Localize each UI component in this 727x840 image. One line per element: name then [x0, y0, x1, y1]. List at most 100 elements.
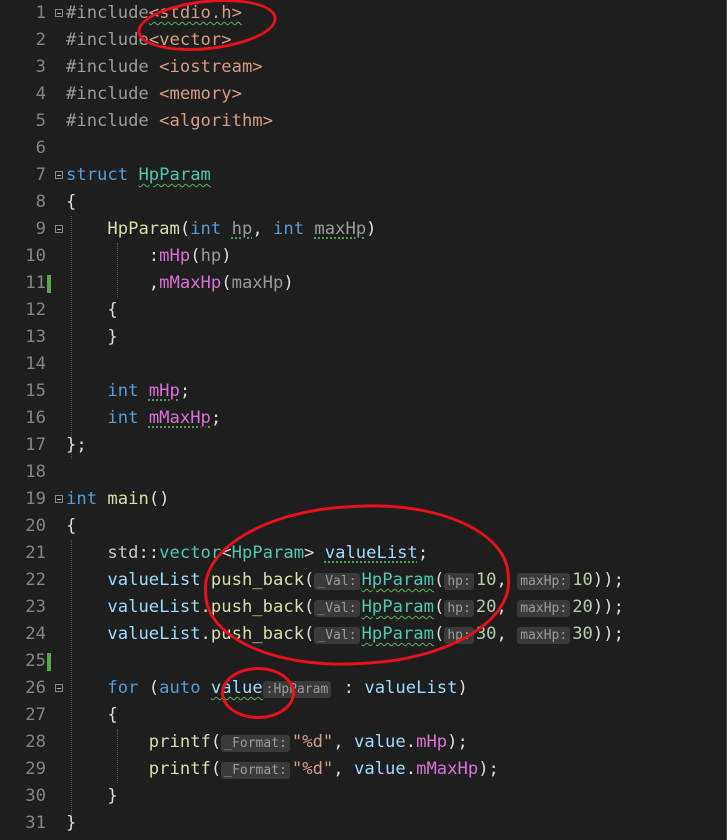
code-line[interactable]: 7 struct HpParam — [0, 162, 727, 189]
code-text[interactable]: valueList.push_back(_Val: HpParam(hp: 30, … — [66, 621, 624, 649]
code-token: , — [333, 732, 354, 752]
code-text[interactable]: valueList.push_back(_Val: HpParam(hp: 10, … — [66, 567, 624, 595]
code-line[interactable]: 25 — [0, 648, 727, 675]
code-line[interactable]: 30 } — [0, 783, 727, 810]
code-token: maxHp — [231, 273, 284, 293]
code-text[interactable]: printf(_Format: "%d", value.mMaxHp); — [66, 756, 499, 784]
code-text[interactable]: { — [66, 513, 76, 540]
code-text[interactable]: #include <memory> — [66, 81, 242, 108]
code-text[interactable]: { — [66, 702, 117, 729]
code-line[interactable]: 16 int mMaxHp; — [0, 405, 727, 432]
fold-collapse-icon[interactable] — [55, 684, 63, 692]
code-token: } — [66, 813, 77, 833]
change-marker — [47, 653, 51, 671]
code-token: #include — [66, 3, 149, 23]
code-token: ( — [138, 678, 160, 698]
code-token: HpParam — [138, 165, 211, 185]
code-text[interactable]: :mHp(hp) — [66, 243, 232, 270]
code-line[interactable]: 27 { — [0, 702, 727, 729]
code-line[interactable]: 12 { — [0, 297, 727, 324]
code-token: #include — [66, 57, 149, 77]
fold-collapse-icon[interactable] — [55, 225, 63, 233]
code-line[interactable]: 26 for (auto value:HpParam : valueList) — [0, 675, 727, 702]
code-line[interactable]: 19 int main() — [0, 486, 727, 513]
code-line[interactable]: 28 printf(_Format: "%d", value.mHp); — [0, 729, 727, 756]
code-text[interactable]: int mHp; — [66, 378, 190, 405]
fold-collapse-icon[interactable] — [55, 171, 63, 179]
code-text[interactable]: }; — [66, 432, 87, 459]
fold-collapse-icon[interactable] — [55, 495, 63, 503]
code-line[interactable]: 6 — [0, 135, 727, 162]
code-text[interactable]: int main() — [66, 486, 170, 513]
code-text[interactable]: HpParam(int hp, int maxHp) — [66, 216, 377, 243]
code-text[interactable]: { — [66, 297, 117, 324]
code-line[interactable]: 1 #include<stdio.h> — [0, 0, 727, 27]
code-line[interactable]: 24 valueList.push_back(_Val: HpParam(hp: 3… — [0, 621, 727, 648]
code-line[interactable]: 8{ — [0, 189, 727, 216]
code-text[interactable]: std::vector<HpParam> valueList; — [66, 540, 428, 567]
code-line[interactable]: 31} — [0, 810, 727, 837]
code-token: valueList — [364, 678, 458, 698]
code-token: mMaxHp — [148, 408, 211, 428]
code-token: #include — [66, 30, 149, 50]
fold-collapse-icon[interactable] — [55, 9, 63, 17]
code-editor[interactable]: 1 #include<stdio.h> 2 #include<vector> 3 #inc… — [0, 0, 727, 840]
code-token: for — [107, 678, 139, 698]
code-token: } — [107, 786, 118, 806]
code-token: HpParam — [107, 219, 180, 239]
code-line[interactable]: 15 int mHp; — [0, 378, 727, 405]
code-line[interactable]: 10 :mHp(hp) — [0, 243, 727, 270]
code-line[interactable]: 13 } — [0, 324, 727, 351]
code-text[interactable]: } — [66, 810, 76, 837]
code-token: , — [496, 570, 518, 590]
code-text[interactable]: printf(_Format: "%d", value.mHp); — [66, 729, 468, 757]
code-line[interactable]: 17}; — [0, 432, 727, 459]
code-line[interactable]: 5 #include <algorithm> — [0, 108, 727, 135]
code-line[interactable]: 29 printf(_Format: "%d", value.mMaxHp); — [0, 756, 727, 783]
code-line[interactable]: 20 { — [0, 513, 727, 540]
code-token: HpParam — [361, 624, 434, 644]
code-line[interactable]: 14 — [0, 351, 727, 378]
code-text[interactable]: } — [66, 324, 117, 351]
code-line[interactable]: 3 #include <iostream> — [0, 54, 727, 81]
code-line[interactable]: 21 std::vector<HpParam> valueList; — [0, 540, 727, 567]
line-number: 11 — [25, 273, 46, 293]
code-token: ; — [210, 408, 222, 428]
line-number: 6 — [35, 138, 46, 158]
code-text[interactable]: #include <algorithm> — [66, 108, 273, 135]
inlay-hint: _Val: — [314, 600, 360, 617]
code-text[interactable]: { — [66, 189, 76, 216]
code-text[interactable]: } — [66, 783, 118, 810]
code-line[interactable]: 22 valueList.push_back(_Val: HpParam(hp: 1… — [0, 567, 727, 594]
line-number: 31 — [25, 813, 46, 833]
code-line[interactable]: 18 — [0, 459, 727, 486]
inlay-hint: :HpParam — [262, 681, 332, 698]
code-text[interactable]: int mMaxHp; — [66, 405, 221, 432]
code-token: ) — [366, 219, 377, 239]
code-line[interactable]: 2 #include<vector> — [0, 27, 727, 54]
code-token: . — [200, 597, 211, 617]
code-token: <algorithm> — [159, 111, 273, 131]
code-token: ; — [417, 543, 429, 563]
code-token: ) — [457, 678, 468, 698]
code-text[interactable]: for (auto value:HpParam : valueList) — [66, 675, 468, 703]
code-text[interactable]: ,mMaxHp(maxHp) — [66, 270, 294, 297]
code-text[interactable]: struct HpParam — [66, 162, 211, 189]
code-line[interactable]: 11 ,mMaxHp(maxHp) — [0, 270, 727, 297]
code-text[interactable]: #include<vector> — [66, 27, 232, 54]
code-line[interactable]: 23 valueList.push_back(_Val: HpParam(hp: 2… — [0, 594, 727, 621]
code-line[interactable]: 4 #include <memory> — [0, 81, 727, 108]
code-text[interactable]: #include <iostream> — [66, 54, 263, 81]
code-line[interactable]: 9 HpParam(int hp, int maxHp) — [0, 216, 727, 243]
code-token: )); — [592, 570, 624, 590]
code-text[interactable]: #include<stdio.h> — [66, 0, 242, 27]
code-text[interactable]: valueList.push_back(_Val: HpParam(hp: 20, … — [66, 594, 624, 622]
